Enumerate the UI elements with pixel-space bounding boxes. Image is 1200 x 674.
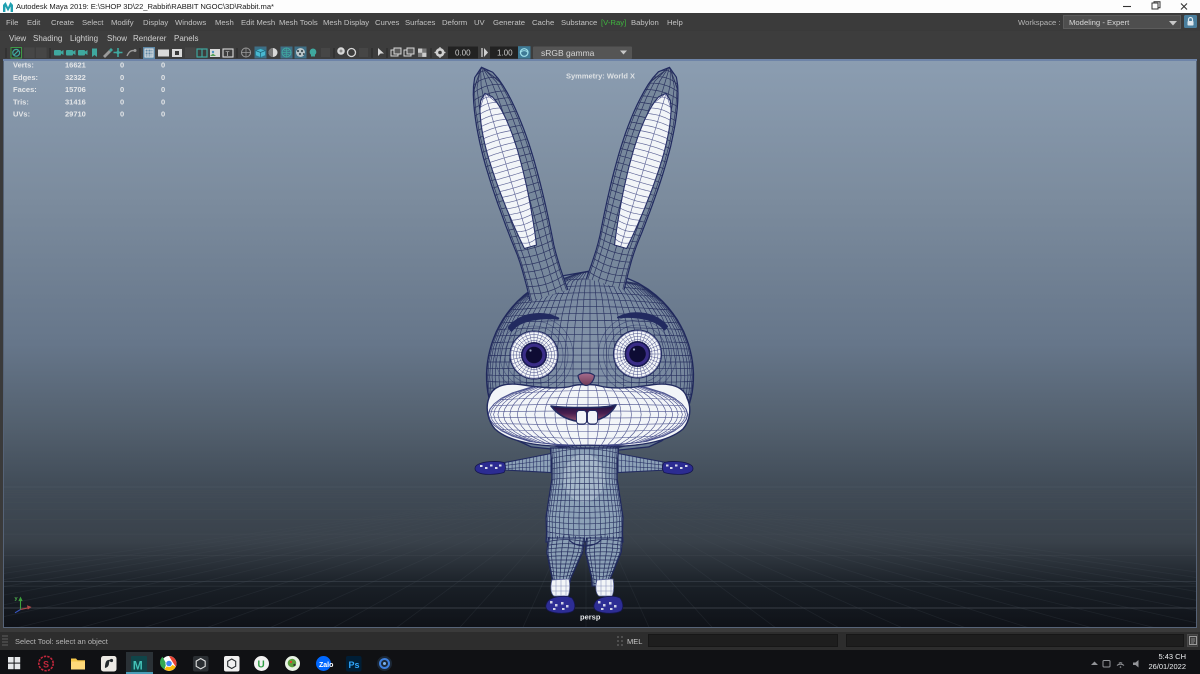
svg-text:Ps: Ps — [349, 660, 360, 670]
svg-text:S: S — [43, 660, 49, 670]
svg-text:U: U — [258, 660, 265, 671]
svg-text:M: M — [133, 659, 143, 673]
svg-text:Zalo: Zalo — [319, 662, 333, 669]
